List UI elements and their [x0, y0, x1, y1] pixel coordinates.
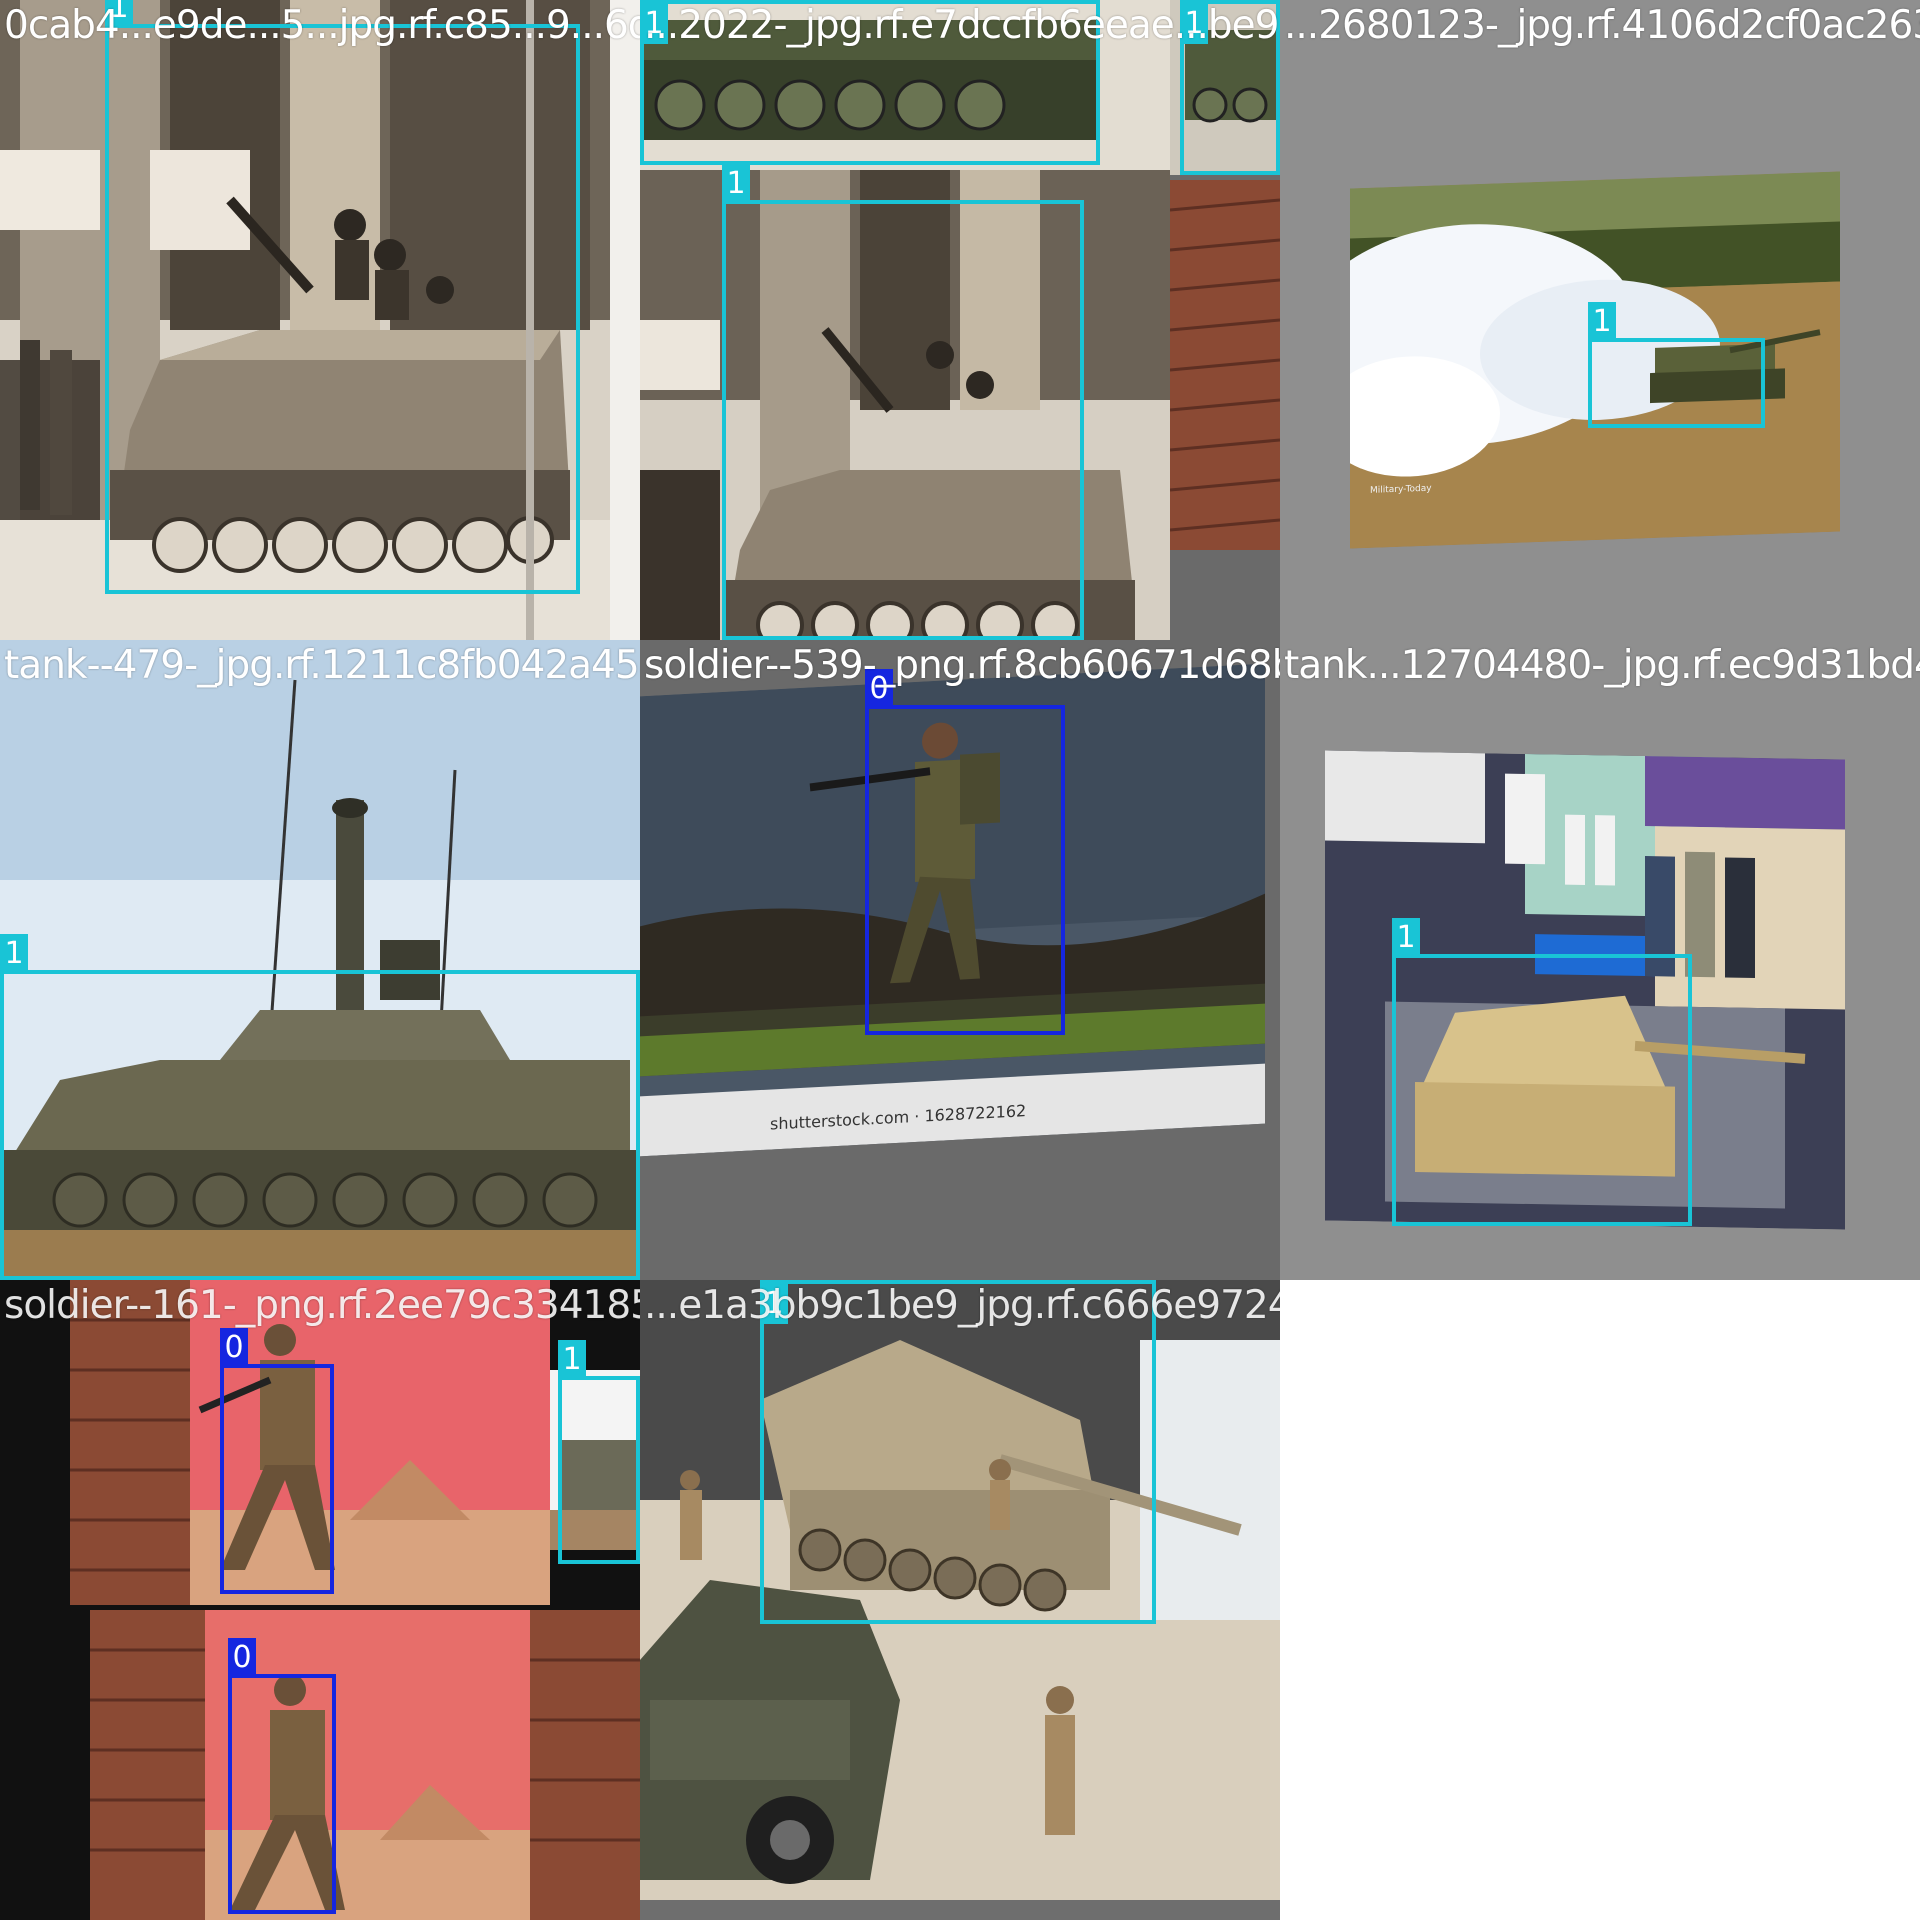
photo-tank-model-expo: [1325, 750, 1845, 1230]
photo-apc-street-sepia-2: [640, 170, 1170, 640]
mosaic-tile-4: 1 tank--479-_jpg.rf.1211c8fb042a4580c975…: [0, 640, 640, 1280]
mosaic-tile-7: 0 1 0 soldier--161-_png.rf.2ee79c334185f…: [0, 1280, 640, 1920]
photo-tracked-vehicle-top: [640, 0, 1280, 175]
photo-apc-street-sepia: [0, 0, 610, 640]
tile-caption: ...2680123-_jpg.rf.4106d2cf0ac26333c: [1284, 3, 1920, 48]
photo-brick-wall: [1170, 180, 1280, 550]
photo-soldier-red-smoke-1: [70, 1280, 550, 1605]
tile-caption: tank...12704480-_jpg.rf.ec9d31bd448a4af5…: [1284, 643, 1920, 688]
mosaic-tile-2: 1 1 1 ...2022-_jpg.rf.e7dccfb6eeae...be9…: [640, 0, 1280, 640]
photo-tank-sky: [0, 640, 640, 1280]
mosaic-tile-8: 1 ...e1a3bb9c1be9_jpg.rf.c666e9724beffc2…: [640, 1280, 1280, 1920]
photo-soldier-shoreline: shutterstock.com · 1628722162: [640, 663, 1265, 1157]
mosaic-tile-1: 1 0cab4...e9de...5...jpg.rf.c85...9...6d…: [0, 0, 640, 640]
mosaic-grid: 1 0cab4...e9de...5...jpg.rf.c85...9...6d…: [0, 0, 1920, 1920]
photo-tank-smoke-field: Military-Today: [1350, 171, 1840, 549]
photo-soldier-red-smoke-2: [90, 1610, 640, 1920]
mosaic-tile-5: shutterstock.com · 1628722162 0 soldier-…: [640, 640, 1280, 1280]
mosaic-tile-3: Military-Today 1 ...2680123-_jpg.rf.4106…: [1280, 0, 1920, 640]
mosaic-tile-9-empty: [1280, 1280, 1920, 1920]
photo-apc-thumb: [550, 1370, 640, 1550]
photo-diorama-tank-jeep: [640, 1280, 1280, 1920]
mosaic-tile-6: 1 tank...12704480-_jpg.rf.ec9d31bd448a4a…: [1280, 640, 1920, 1280]
